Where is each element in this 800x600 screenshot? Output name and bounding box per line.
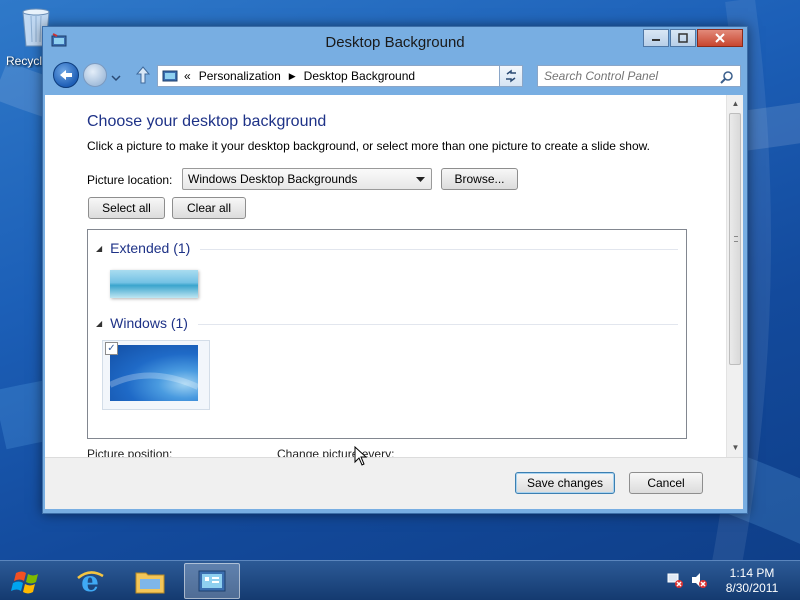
windows-logo-icon xyxy=(11,571,38,594)
breadcrumb-overflow[interactable]: « xyxy=(184,69,191,83)
group-header-extended[interactable]: ◢ Extended (1) xyxy=(96,240,190,256)
collapse-triangle-icon[interactable]: ◢ xyxy=(96,319,102,328)
taskbar-file-explorer[interactable] xyxy=(122,563,178,599)
recent-pages-button[interactable] xyxy=(111,71,121,82)
picture-location-label: Picture location: xyxy=(87,173,173,187)
clock-time: 1:14 PM xyxy=(729,566,775,580)
network-icon xyxy=(667,573,683,588)
back-button[interactable] xyxy=(53,62,79,88)
control-panel-small-icon xyxy=(162,70,178,82)
mouse-cursor-icon xyxy=(354,446,368,466)
minimize-icon xyxy=(652,39,660,41)
desktop-background-window: Desktop Background « Personalization ▶ D… xyxy=(42,26,748,514)
taskbar-control-panel[interactable] xyxy=(184,563,240,599)
taskbar-clock[interactable]: 1:14 PM 8/30/2011 xyxy=(710,566,794,596)
address-bar[interactable]: « Personalization ▶ Desktop Background xyxy=(157,65,523,87)
group-divider xyxy=(200,249,678,250)
wallpaper-thumbnail-extended[interactable] xyxy=(110,270,198,298)
page-description: Click a picture to make it your desktop … xyxy=(87,139,650,153)
search-box[interactable] xyxy=(537,65,741,87)
maximize-button[interactable] xyxy=(670,29,696,47)
group-label-windows: Windows (1) xyxy=(110,315,188,331)
collapse-triangle-icon[interactable]: ◢ xyxy=(96,244,102,253)
cancel-button[interactable]: Cancel xyxy=(629,472,703,494)
close-button[interactable] xyxy=(697,29,743,47)
select-all-button[interactable]: Select all xyxy=(88,197,165,219)
taskbar: e 1:14 PM 8/30/2011 xyxy=(0,560,800,600)
scroll-down-icon[interactable]: ▼ xyxy=(727,439,744,455)
svg-text:e: e xyxy=(81,566,99,596)
group-divider xyxy=(198,324,678,325)
minimize-button[interactable] xyxy=(643,29,669,47)
dialog-footer: Save changes Cancel xyxy=(45,457,743,509)
breadcrumb-desktop-background[interactable]: Desktop Background xyxy=(304,69,415,83)
clear-all-button[interactable]: Clear all xyxy=(172,197,246,219)
title-bar[interactable]: Desktop Background xyxy=(43,27,747,57)
folder-icon xyxy=(135,572,165,594)
breadcrumb-separator-icon[interactable]: ▶ xyxy=(289,71,296,82)
window-title: Desktop Background xyxy=(325,34,465,51)
refresh-button[interactable] xyxy=(499,65,523,87)
change-picture-label: Change picture every: xyxy=(277,447,395,457)
group-header-windows[interactable]: ◢ Windows (1) xyxy=(96,315,188,331)
back-arrow-icon xyxy=(60,70,72,80)
chevron-down-icon xyxy=(416,177,425,182)
volume-tray-icon[interactable] xyxy=(690,571,708,589)
wallpaper-checkbox[interactable]: ✓ xyxy=(105,342,118,355)
picture-location-select[interactable]: Windows Desktop Backgrounds xyxy=(182,168,432,190)
wallpaper-image-windows xyxy=(108,345,200,401)
wallpaper-thumbnail-windows[interactable]: ✓ xyxy=(102,340,210,410)
breadcrumb-personalization[interactable]: Personalization xyxy=(199,69,281,83)
picture-gallery: ◢ Extended (1) ◢ Windows (1) ✓ xyxy=(87,229,687,439)
close-icon xyxy=(715,33,725,43)
browse-button[interactable]: Browse... xyxy=(441,168,518,190)
scroll-up-icon[interactable]: ▲ xyxy=(727,95,744,111)
forward-button[interactable] xyxy=(83,63,107,87)
refresh-icon xyxy=(506,69,516,83)
picture-position-label: Picture position: xyxy=(87,447,173,457)
search-input[interactable] xyxy=(538,66,708,86)
up-button[interactable] xyxy=(135,65,151,85)
chevron-down-icon xyxy=(111,75,121,82)
control-panel-icon xyxy=(198,570,226,592)
maximize-icon xyxy=(678,33,688,43)
picture-location-value: Windows Desktop Backgrounds xyxy=(188,172,358,186)
internet-explorer-icon: e xyxy=(77,566,104,596)
taskbar-internet-explorer[interactable]: e xyxy=(62,563,118,599)
start-button[interactable] xyxy=(8,567,46,597)
group-label-extended: Extended (1) xyxy=(110,240,191,256)
search-icon[interactable] xyxy=(720,70,734,84)
up-arrow-icon xyxy=(135,66,151,84)
vertical-scrollbar[interactable]: ▲ ▼ xyxy=(726,95,743,457)
save-changes-button[interactable]: Save changes xyxy=(515,472,615,494)
navigation-bar: « Personalization ▶ Desktop Background xyxy=(43,59,747,93)
speaker-muted-icon xyxy=(692,573,707,588)
clock-date: 8/30/2011 xyxy=(725,581,779,595)
network-tray-icon[interactable] xyxy=(666,571,684,589)
content-pane: Choose your desktop background Click a p… xyxy=(45,95,743,457)
scroll-thumb[interactable] xyxy=(729,113,741,365)
page-title: Choose your desktop background xyxy=(87,113,327,130)
